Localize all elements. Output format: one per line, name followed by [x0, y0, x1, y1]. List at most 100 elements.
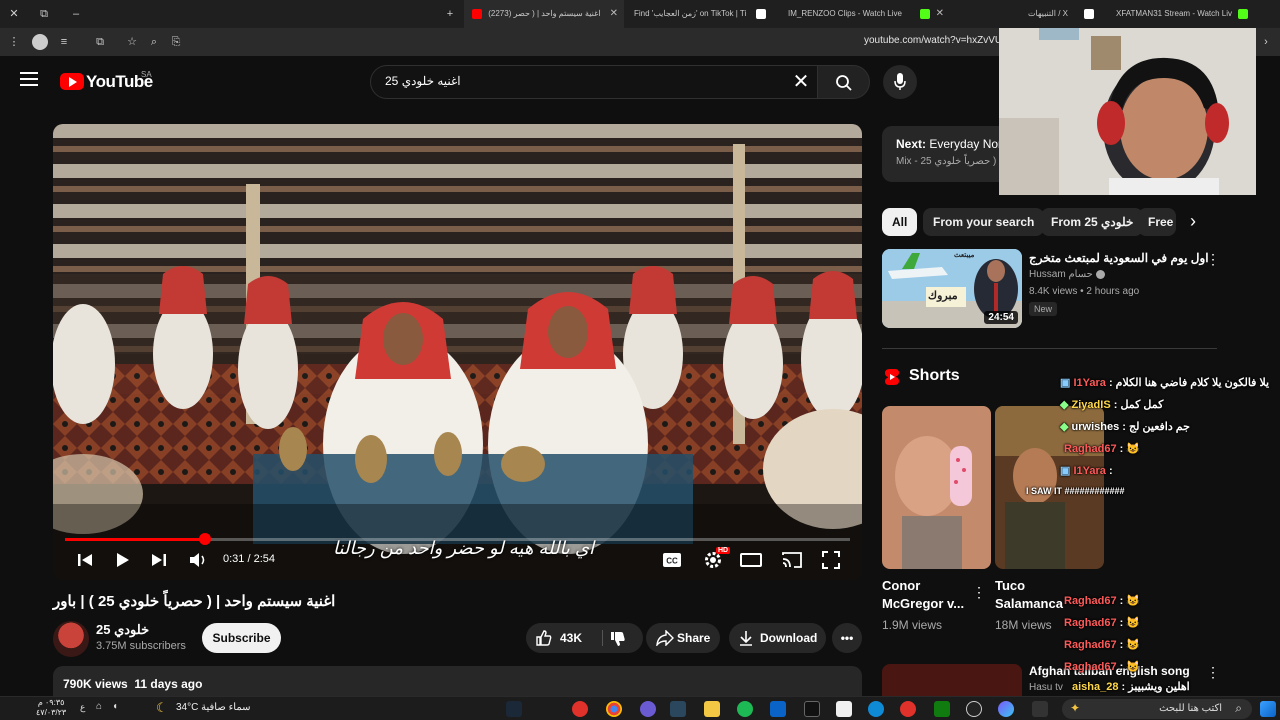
toolbar-chevron-icon[interactable]: › [1258, 34, 1274, 50]
copilot-icon[interactable] [998, 701, 1014, 717]
search-input[interactable]: اغنيه خلودي 25 [385, 74, 461, 88]
app-icon-red[interactable] [572, 701, 588, 717]
share-button[interactable]: Share [646, 623, 720, 653]
search-highlight-icon: ✦ [1070, 701, 1081, 715]
search-icon [836, 75, 852, 91]
discord-icon[interactable] [640, 701, 656, 717]
chip-all[interactable]: All [882, 208, 918, 236]
close-window-icon[interactable]: ✕ [6, 6, 22, 22]
chip-from-search[interactable]: From your search [923, 208, 1045, 236]
steam-icon[interactable] [506, 701, 522, 717]
app-icon-red[interactable] [900, 701, 916, 717]
chips-next-chevron-icon[interactable]: › [1190, 211, 1196, 232]
download-button[interactable]: Download [729, 623, 826, 653]
steam-icon[interactable] [670, 701, 686, 717]
search-box[interactable]: اغنيه خلودي 25 ✕ [370, 65, 818, 99]
language-indicator-icon[interactable]: ع [80, 702, 85, 713]
zoom-icon[interactable]: ⌕ [146, 34, 162, 50]
taskbar-weather[interactable]: 34°C سماء صافية [176, 702, 251, 713]
chip-from-channel[interactable]: From خلودي 25 [1041, 208, 1144, 236]
bottom-rec-thumbnail[interactable] [882, 664, 1022, 696]
video-player[interactable]: اي بالله هيه لو حضر واحد من رجالنا 0:31 … [53, 124, 862, 580]
spotify-icon[interactable] [737, 701, 753, 717]
chat-username: Raghad67 [1064, 617, 1117, 629]
hamburger-menu-icon[interactable] [20, 72, 38, 86]
webcam-overlay [999, 28, 1256, 195]
chat-message: Raghad67 : 😺 [1064, 661, 1141, 673]
webcam-feed [999, 28, 1256, 195]
recommended-meta: 8.4K views • 2 hours ago [1029, 286, 1140, 297]
search-button[interactable] [817, 65, 870, 99]
taskbar-clock[interactable]: ٠٩:٣٥ م ٤٧/٠٣/٢٣ [36, 698, 66, 718]
chat-username: Raghad67 [1064, 443, 1117, 455]
network-icon[interactable]: ⌂ [96, 701, 102, 712]
more-menu-icon[interactable]: ⋮ [6, 34, 22, 50]
short-title[interactable]: Tuco Salamanca [995, 577, 1065, 613]
xbox-icon[interactable] [934, 701, 950, 717]
scrubber-handle[interactable] [198, 533, 211, 545]
channel-name[interactable]: خلودي 25 [96, 622, 149, 638]
chat-text: 😺 [1126, 443, 1141, 455]
play-icon[interactable] [116, 552, 130, 568]
recommended-channel[interactable]: Hussam حسام [1029, 269, 1105, 280]
recommended-title[interactable]: اول يوم في السعودية لمبتعث متخرج [1029, 251, 1209, 265]
fullscreen-icon[interactable] [822, 551, 840, 569]
short-more-icon[interactable]: ⋮ [972, 584, 986, 601]
windows-start-icon[interactable] [1260, 701, 1276, 717]
extensions-icon[interactable]: ⧉ [92, 34, 108, 50]
time-display: 0:31 / 2:54 [223, 553, 276, 565]
tab-tiktok[interactable]: Find 'زمن العجايب' on TikTok | Ti [626, 0, 776, 28]
cast-icon[interactable] [781, 551, 803, 569]
volume-tray-icon[interactable]: ◖ [112, 701, 118, 712]
reading-list-icon[interactable]: ≡ [56, 34, 72, 50]
like-count: 43K [560, 631, 583, 645]
minimize-window-icon[interactable]: – [68, 6, 84, 22]
short-title[interactable]: Conor McGregor v... [882, 577, 972, 613]
obs-icon[interactable] [966, 701, 982, 717]
thumbs-down-icon[interactable] [610, 631, 626, 647]
captions-icon[interactable]: CC [662, 552, 682, 568]
app-icon-dark[interactable] [804, 701, 820, 717]
more-actions-button[interactable]: ••• [832, 623, 862, 653]
voice-search-button[interactable] [883, 65, 917, 99]
recommended-thumbnail[interactable]: مبروك ميبتعث 24:54 [882, 249, 1022, 328]
file-explorer-icon[interactable] [704, 701, 720, 717]
chip-free[interactable]: Free [1138, 208, 1176, 236]
new-tab-icon[interactable]: + [442, 6, 458, 22]
close-tab-icon[interactable]: ✕ [936, 0, 944, 28]
address-bar-url[interactable]: youtube.com/watch?v=hxZvVUar [864, 35, 1011, 46]
task-view-icon[interactable] [1032, 701, 1048, 717]
chat-badge-icon: ◆ [1060, 421, 1069, 433]
store-icon[interactable] [836, 701, 852, 717]
short-thumbnail[interactable] [882, 406, 991, 569]
close-tab-icon[interactable]: ✕ [610, 0, 618, 28]
like-button[interactable]: 43K [526, 623, 596, 653]
profile-avatar[interactable] [32, 34, 48, 50]
clear-search-icon[interactable]: ✕ [789, 70, 813, 94]
edge-icon[interactable] [868, 701, 884, 717]
tab-kick-clips[interactable]: IM_RENZOO Clips - Watch Live ✕ [780, 0, 950, 28]
outlook-icon[interactable] [770, 701, 786, 717]
previous-icon[interactable] [77, 552, 93, 568]
taskbar-search[interactable]: ✦ اكتب هنا للبحث ⌕ [1062, 699, 1252, 719]
tab-kick-stream[interactable]: XFATMAN31 Stream - Watch Liv [1108, 0, 1254, 28]
restore-window-icon[interactable]: ⧉ [36, 6, 52, 22]
channel-avatar[interactable] [53, 621, 89, 657]
share-label: Share [677, 631, 711, 645]
bookmark-star-icon[interactable]: ☆ [124, 34, 140, 50]
recommended-more-icon[interactable]: ⋮ [1206, 251, 1220, 268]
shorts-logo-icon [885, 369, 899, 385]
tab-title: (2273) اغنية سيستم واحد | ( حصر [488, 9, 601, 18]
install-app-icon[interactable]: ⎘ [168, 34, 184, 50]
theater-mode-icon[interactable] [740, 553, 762, 567]
tab-x-notifications[interactable]: التنبيهات / X [1020, 0, 1100, 28]
tab-youtube[interactable]: (2273) اغنية سيستم واحد | ( حصر ✕ [464, 0, 624, 28]
youtube-favicon-icon [472, 8, 482, 19]
windows-taskbar: ٠٩:٣٥ م ٤٧/٠٣/٢٣ ع ⌂ ◖ ☾ 34°C سماء صافية… [0, 696, 1280, 720]
subscribe-button[interactable]: Subscribe [202, 623, 281, 653]
next-icon[interactable] [151, 552, 167, 568]
chrome-icon[interactable] [606, 701, 622, 717]
progress-bar[interactable] [65, 533, 850, 545]
volume-icon[interactable] [189, 551, 209, 569]
chat-message: Raghad67 : 😺 [1064, 617, 1141, 629]
